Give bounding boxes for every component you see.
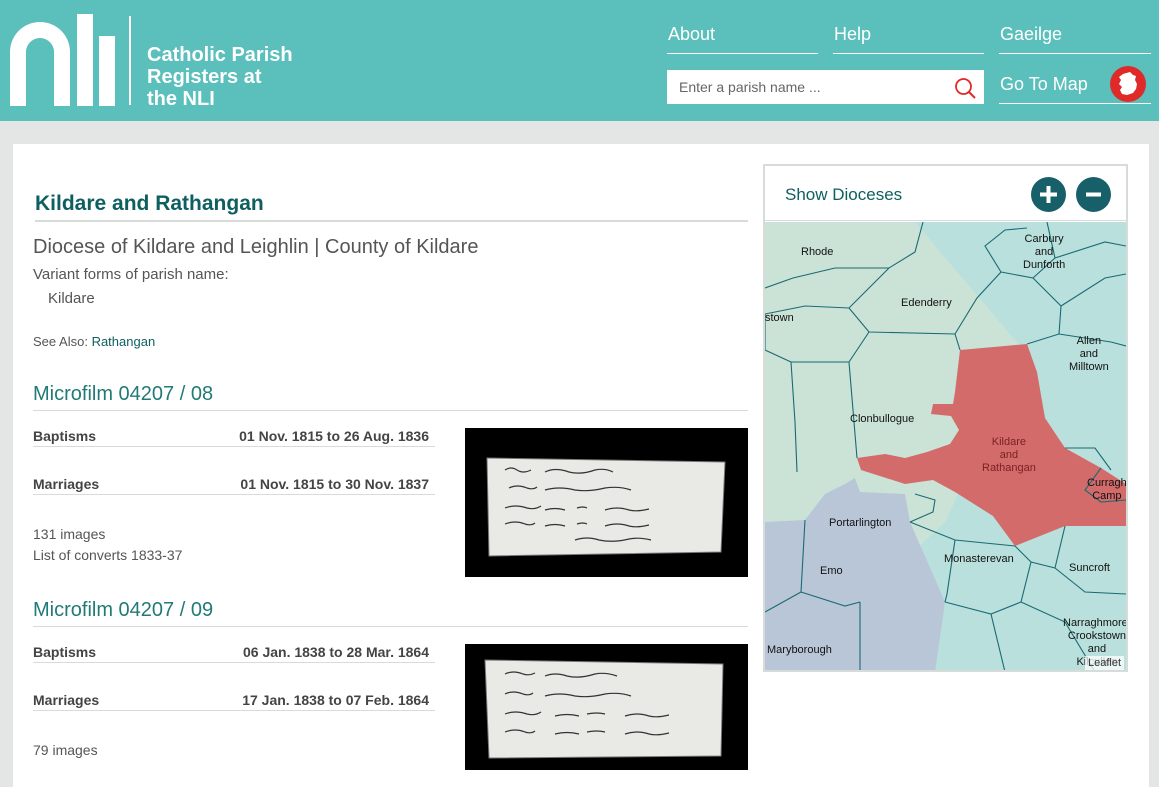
zoom-out-button[interactable] — [1076, 177, 1111, 212]
ireland-map-icon — [1110, 66, 1146, 102]
record-type: Marriages — [33, 692, 100, 708]
leaflet-attribution-link[interactable]: Leaflet — [1084, 656, 1124, 670]
record-dates: 01 Nov. 1815 to 26 Aug. 1836 — [239, 428, 429, 444]
record-type: Baptisms — [33, 428, 97, 444]
map-label-rhode: Rhode — [801, 246, 834, 258]
parish-title: Kildare and Rathangan — [35, 192, 748, 222]
record-dates: 17 Jan. 1838 to 07 Feb. 1864 — [242, 692, 429, 708]
image-count: 79 images — [33, 742, 98, 758]
nli-logo[interactable] — [10, 14, 115, 106]
parish-detail-card: Kildare and Rathangan Diocese of Kildare… — [13, 144, 1149, 787]
map-panel: Show Dioceses Rhode Carbury and Dunforth… — [763, 164, 1128, 672]
parish-map[interactable]: Rhode Carbury and Dunforth Edenderry sto… — [765, 221, 1127, 670]
map-label-carbury: Carbury and Dunforth — [1023, 233, 1066, 271]
plus-icon — [1040, 186, 1057, 203]
map-header: Show Dioceses — [765, 166, 1126, 221]
map-label-edenderry: Edenderry — [901, 297, 952, 309]
minus-icon — [1086, 192, 1101, 197]
site-title[interactable]: Catholic Parish Registers at the NLI — [147, 44, 347, 110]
map-label-allen: Allen and Milltown — [1069, 335, 1109, 373]
see-also: See Also: Rathangan — [33, 334, 155, 349]
map-label-maryborough: Maryborough — [767, 644, 832, 656]
search-icon[interactable] — [954, 77, 976, 99]
map-label-emo: Emo — [820, 565, 843, 577]
site-title-line: Catholic Parish — [147, 44, 293, 66]
go-to-map-label: Go To Map — [1000, 74, 1088, 94]
record-row: Marriages 01 Nov. 1815 to 30 Nov. 1837 — [33, 476, 435, 495]
logo-divider — [129, 16, 131, 105]
nav-gaeilge-link[interactable]: Gaeilge — [999, 24, 1151, 54]
record-dates: 06 Jan. 1838 to 28 Mar. 1864 — [242, 644, 429, 660]
microfilm-thumbnail[interactable] — [465, 644, 748, 770]
record-dates: 01 Nov. 1815 to 30 Nov. 1837 — [240, 476, 429, 492]
show-dioceses-toggle[interactable]: Show Dioceses — [785, 185, 902, 205]
variant-name: Kildare — [48, 290, 95, 307]
nav-about-link[interactable]: About — [667, 24, 818, 54]
record-type: Baptisms — [33, 644, 97, 660]
record-type: Marriages — [33, 476, 100, 492]
parish-map-shapes — [765, 221, 1126, 670]
microfilm-title: Microfilm 04207 / 09 — [33, 599, 748, 627]
map-label-clonbullogue: Clonbullogue — [850, 413, 915, 425]
map-label-curragh: Curragh Camp — [1087, 477, 1127, 502]
parish-search — [667, 70, 984, 104]
parish-search-input[interactable] — [668, 71, 948, 103]
go-to-map-link[interactable]: Go To Map — [999, 66, 1151, 104]
map-label-kildare: Kildare and Rathangan — [982, 436, 1036, 474]
map-label-suncroft: Suncroft — [1069, 562, 1110, 574]
map-label-portarlington: Portarlington — [829, 517, 892, 529]
record-row: Marriages 17 Jan. 1838 to 07 Feb. 1864 — [33, 692, 435, 711]
site-title-line: the NLI — [147, 88, 215, 110]
see-also-link[interactable]: Rathangan — [92, 334, 156, 349]
microfilm-title: Microfilm 04207 / 08 — [33, 383, 748, 411]
record-row: Baptisms 06 Jan. 1838 to 28 Mar. 1864 — [33, 644, 435, 663]
see-also-label: See Also: — [33, 334, 88, 349]
variant-forms-label: Variant forms of parish name: — [33, 266, 229, 283]
map-label-monasterevan: Monasterevan — [944, 553, 1014, 565]
nav-help-link[interactable]: Help — [833, 24, 984, 54]
zoom-in-button[interactable] — [1031, 177, 1066, 212]
record-row: Baptisms 01 Nov. 1815 to 26 Aug. 1836 — [33, 428, 435, 447]
site-header: Catholic Parish Registers at the NLI Abo… — [0, 0, 1159, 121]
map-label-stown: stown — [765, 312, 794, 324]
image-count: 131 images — [33, 526, 106, 542]
site-title-line: Registers at — [147, 66, 262, 88]
microfilm-thumbnail[interactable] — [465, 428, 748, 577]
microfilm-note: List of converts 1833-37 — [33, 547, 183, 563]
diocese-county-line: Diocese of Kildare and Leighlin | County… — [33, 236, 479, 258]
